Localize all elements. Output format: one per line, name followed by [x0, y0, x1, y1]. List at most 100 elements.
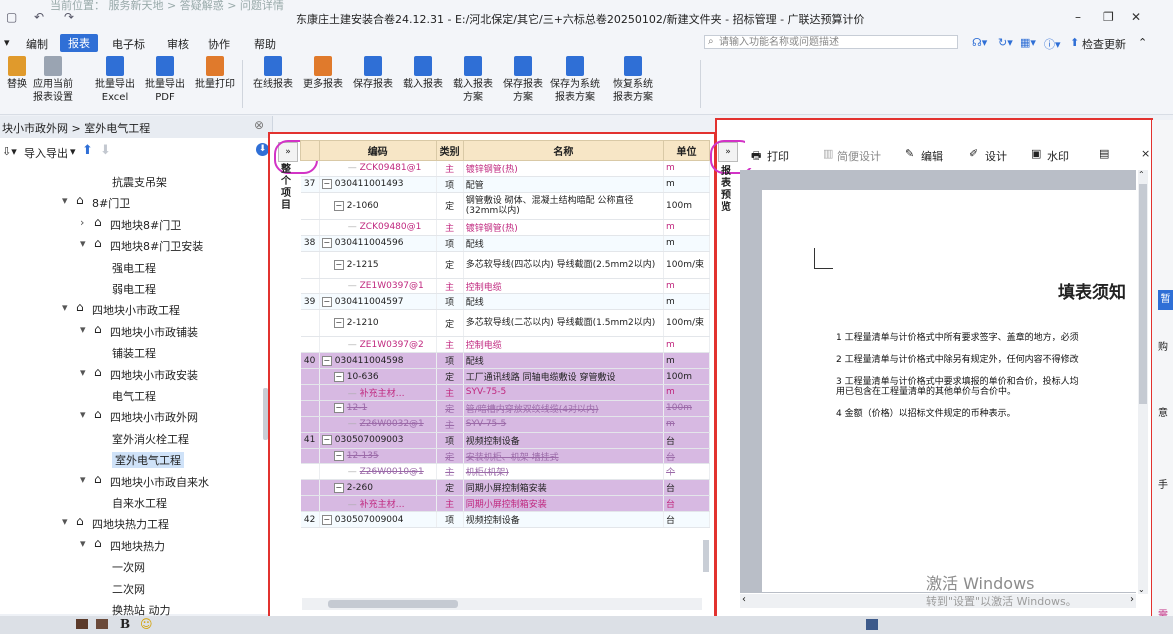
- cell-unit[interactable]: 100m/束: [663, 251, 710, 279]
- cell-type[interactable]: 定: [436, 368, 464, 386]
- edge-item-4[interactable]: 手: [1158, 476, 1168, 491]
- grid-row[interactable]: 41−030507009003 项视频控制设备 台: [300, 432, 710, 449]
- grid-icon[interactable]: ▦▾: [1020, 36, 1036, 49]
- cell-no[interactable]: [300, 278, 320, 295]
- ribbon-button-11[interactable]: 保存为系统 报表方案: [550, 56, 600, 104]
- grid-row[interactable]: — ZCK09480@1 主镀锌钢管(热) m: [300, 219, 710, 236]
- ribbon-button-8[interactable]: 载入报表: [398, 56, 448, 91]
- cell-name[interactable]: 视频控制设备: [463, 511, 665, 529]
- export-icon[interactable]: ▤: [1099, 147, 1109, 160]
- tree-menu-icon[interactable]: ⇩▾: [2, 145, 17, 158]
- col-code[interactable]: 编码: [318, 140, 437, 161]
- redo-icon[interactable]: ↷: [64, 10, 74, 24]
- cell-type[interactable]: 项: [436, 176, 464, 193]
- cell-code[interactable]: — ZE1W0397@1: [319, 278, 437, 295]
- cell-no[interactable]: [300, 479, 320, 497]
- grid-row[interactable]: −12-135 定安装机柜、机架 墙挂式 台: [300, 448, 710, 465]
- grid-row[interactable]: — ZE1W0397@1 主控制电缆 m: [300, 278, 710, 295]
- preview-side-tab[interactable]: 报表预览: [721, 166, 733, 214]
- edge-item-1[interactable]: 暂: [1158, 290, 1173, 310]
- tree-toggle-icon[interactable]: ▾: [62, 194, 68, 207]
- cell-type[interactable]: 主: [436, 160, 464, 177]
- cell-name[interactable]: 配管: [463, 176, 665, 193]
- cell-unit[interactable]: m: [663, 278, 710, 295]
- ribbon-button-1[interactable]: 应用当前 报表设置: [28, 56, 78, 104]
- cell-no[interactable]: [300, 160, 320, 177]
- cell-unit[interactable]: 100m/束: [663, 309, 710, 338]
- cell-name[interactable]: 镀锌钢管(热): [463, 160, 665, 177]
- tree-node[interactable]: 室外电气工程: [0, 450, 262, 469]
- cell-type[interactable]: 定: [436, 309, 464, 338]
- cell-code[interactable]: — 补充主材…: [319, 384, 437, 401]
- collapse-toggle-icon[interactable]: −: [321, 355, 332, 366]
- emoji-icon[interactable]: ☺: [140, 617, 153, 631]
- cell-name[interactable]: SYV-75-5: [463, 384, 665, 401]
- cell-no[interactable]: 40: [300, 352, 320, 370]
- tree-node[interactable]: 电气工程: [0, 386, 262, 404]
- cell-code[interactable]: −12-1: [319, 400, 437, 417]
- tree-toggle-icon[interactable]: ▾: [62, 515, 68, 528]
- tree-node[interactable]: ▾ ⌂ 四地块热力工程: [0, 514, 262, 532]
- ribbon-button-9[interactable]: 载入报表 方案: [448, 56, 498, 104]
- cell-name[interactable]: 同期小屏控制箱安装: [463, 479, 665, 497]
- menu-item-report[interactable]: 报表: [60, 34, 98, 52]
- tree-node[interactable]: ▾ ⌂ 四地块热力: [0, 536, 262, 554]
- grid-row[interactable]: — Z26W0010@1 主机柜(机架) 个: [300, 463, 710, 481]
- cell-type[interactable]: 主: [436, 495, 464, 513]
- info-icon[interactable]: ⓘ▾: [1044, 36, 1061, 52]
- cell-unit[interactable]: m: [663, 384, 710, 401]
- tree-toggle-icon[interactable]: ▾: [80, 237, 86, 250]
- tree-node[interactable]: 强电工程: [0, 258, 262, 276]
- cell-code[interactable]: −2-260: [319, 479, 437, 497]
- cell-name[interactable]: 配线: [463, 352, 665, 370]
- cell-unit[interactable]: 台: [663, 479, 710, 497]
- cell-type[interactable]: 项: [436, 432, 464, 449]
- cell-no[interactable]: [300, 384, 320, 401]
- cell-name[interactable]: 管/暗槽内穿放双绞线缆(4对以内): [463, 400, 665, 417]
- bold-icon[interactable]: B: [120, 617, 130, 631]
- cell-type[interactable]: 定: [436, 400, 464, 417]
- cell-name[interactable]: 配线: [463, 293, 665, 311]
- cell-name[interactable]: 钢管敷设 砌体、混凝土结构暗配 公称直径(32mm以内): [463, 192, 665, 220]
- tree-node[interactable]: ▾ ⌂ 四地块小市政安装: [0, 365, 262, 383]
- tree-node[interactable]: 弱电工程: [0, 279, 262, 297]
- grid-row[interactable]: — ZE1W0397@2 主控制电缆 m: [300, 336, 710, 354]
- headset-icon[interactable]: ☊▾: [972, 36, 987, 49]
- ribbon-button-2[interactable]: 批量导出 Excel: [90, 56, 140, 104]
- cell-no[interactable]: 38: [300, 235, 320, 252]
- import-export-button[interactable]: 导入导出: [24, 145, 68, 161]
- ribbon-button-3[interactable]: 批量导出 PDF: [140, 56, 190, 104]
- cell-type[interactable]: 项: [436, 293, 464, 311]
- grid-row[interactable]: −2-1210 定多芯软导线(二芯以内) 导线截面(1.5mm2以内) 100m/束: [300, 309, 710, 338]
- tree-node[interactable]: 铺装工程: [0, 343, 262, 361]
- cell-unit[interactable]: 100m: [663, 400, 710, 417]
- cell-type[interactable]: 主: [436, 463, 464, 481]
- tree-node[interactable]: 二次网: [0, 579, 262, 597]
- menu-item-edit[interactable]: 编制: [26, 36, 48, 52]
- menu-item-collab[interactable]: 协作: [208, 36, 230, 52]
- close-icon[interactable]: ✕: [1131, 10, 1141, 24]
- tree-toggle-icon[interactable]: ▾: [62, 301, 68, 314]
- tree-toggle-icon[interactable]: ▾: [80, 366, 86, 379]
- cell-code[interactable]: — ZCK09481@1: [319, 160, 437, 177]
- grid-row[interactable]: — ZCK09481@1 主镀锌钢管(热) m: [300, 160, 710, 177]
- col-name[interactable]: 名称: [462, 140, 665, 161]
- cell-type[interactable]: 主: [436, 384, 464, 401]
- cell-code[interactable]: −030411001493: [319, 176, 437, 193]
- cell-unit[interactable]: m: [663, 293, 710, 311]
- grid-row[interactable]: −2-1215 定多芯软导线(四芯以内) 导线截面(2.5mm2以内) 100m/束: [300, 251, 710, 279]
- taskbar-app-icon-3[interactable]: [866, 619, 878, 630]
- cell-no[interactable]: 42: [300, 511, 320, 529]
- cell-unit[interactable]: 100m: [663, 192, 710, 220]
- cell-unit[interactable]: m: [663, 160, 710, 177]
- tree-node[interactable]: ▾ ⌂ 四地块小市政工程: [0, 300, 262, 318]
- cell-type[interactable]: 项: [436, 511, 464, 529]
- cell-type[interactable]: 项: [436, 352, 464, 370]
- cell-unit[interactable]: 台: [663, 448, 710, 465]
- cell-name[interactable]: 控制电缆: [463, 278, 665, 295]
- grid-row[interactable]: — 补充主材… 主 SYV-75-5 m: [300, 384, 710, 401]
- update-icon[interactable]: ⬆: [1070, 36, 1079, 49]
- collapse-toggle-icon[interactable]: −: [321, 179, 332, 190]
- grid-row[interactable]: −2-260 定同期小屏控制箱安装 台: [300, 479, 710, 497]
- menu-item-review[interactable]: 审核: [167, 36, 189, 52]
